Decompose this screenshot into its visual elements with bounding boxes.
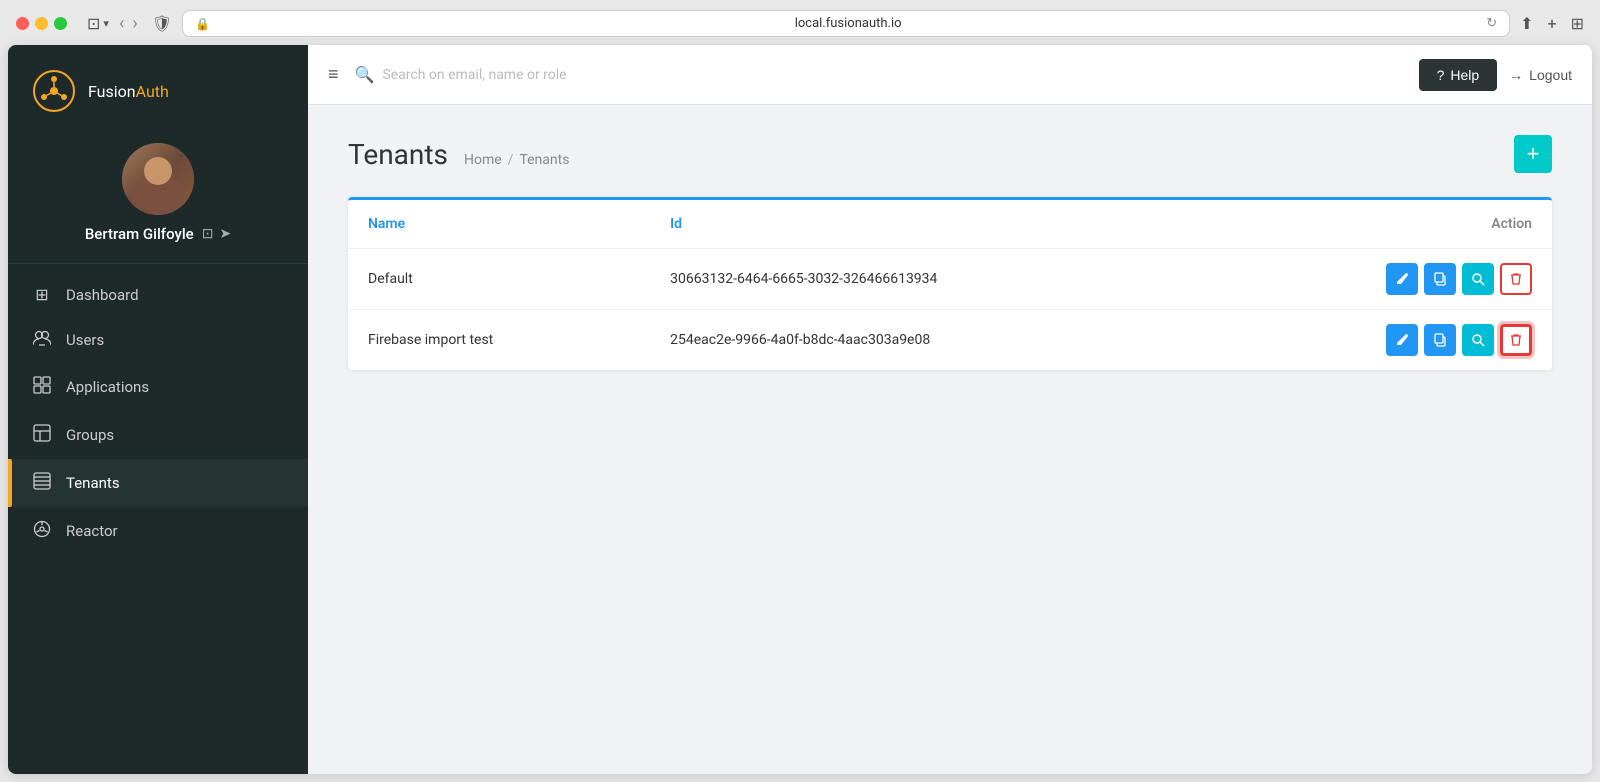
browser-dots (16, 17, 67, 30)
copy-button[interactable] (1424, 324, 1456, 356)
delete-button[interactable] (1500, 324, 1532, 356)
tenant-id: 30663132-6464-6665-3032-326466613934 (650, 249, 1212, 310)
profile-name: Bertram Gilfoyle ⊡ ➤ (85, 225, 231, 243)
tenants-table-card: Name Id Action Default30663132-6464-6665… (348, 197, 1552, 370)
action-buttons-group (1232, 263, 1532, 295)
dot-green[interactable] (54, 17, 67, 30)
tenant-id: 254eac2e-9966-4a0f-b8dc-4aac303a9e08 (650, 310, 1212, 371)
breadcrumb-home[interactable]: Home (464, 152, 502, 168)
topbar: ≡ 🔍 Search on email, name or role ? Help… (308, 45, 1592, 105)
sidebar-profile: Bertram Gilfoyle ⊡ ➤ (8, 133, 308, 264)
table-header-row: Name Id Action (348, 200, 1552, 249)
browser-nav: ‹ › (119, 13, 138, 34)
avatar (122, 143, 194, 215)
sidebar-item-label: Groups (66, 426, 114, 444)
tenant-name: Default (348, 249, 650, 310)
sidebar-item-applications[interactable]: Applications (8, 363, 308, 411)
profile-card-icon[interactable]: ⊡ (202, 226, 214, 242)
dot-red[interactable] (16, 17, 29, 30)
edit-button[interactable] (1386, 324, 1418, 356)
browser-toolbar: ⊡ ▾ ‹ › 🛡 🔒 local.fusionauth.io ↻ ⬆ + ⊞ (16, 10, 1584, 37)
search-bar: 🔍 Search on email, name or role (355, 65, 1407, 84)
tenant-actions (1212, 310, 1552, 371)
sidebar-item-label: Reactor (66, 522, 118, 540)
sidebar-item-tenants[interactable]: Tenants (8, 459, 308, 507)
page-header: Tenants Home / Tenants + (348, 135, 1552, 173)
table-row: Default30663132-6464-6665-3032-326466613… (348, 249, 1552, 310)
users-icon (32, 330, 52, 350)
sidebar-toggle[interactable]: ⊡ ▾ (87, 14, 109, 33)
share-icon[interactable]: ⬆ (1520, 14, 1533, 33)
col-action: Action (1212, 200, 1552, 249)
help-button[interactable]: ? Help (1419, 59, 1498, 91)
breadcrumb-separator: / (508, 152, 514, 168)
sidebar: FusionAuth Bertram Gilfoyle ⊡ ➤ ⊞ Dashbo… (8, 45, 308, 774)
groups-icon (32, 424, 52, 446)
sidebar-toggle-icon: ⊡ (87, 14, 100, 33)
address-bar[interactable]: 🔒 local.fusionauth.io ↻ (182, 10, 1510, 37)
sidebar-item-label: Tenants (66, 474, 120, 492)
sidebar-item-label: Users (66, 331, 104, 349)
shield-icon: 🛡 (152, 14, 172, 33)
sidebar-item-dashboard[interactable]: ⊞ Dashboard (8, 272, 308, 317)
logout-icon: → (1509, 67, 1523, 83)
applications-icon (32, 376, 52, 398)
menu-icon[interactable]: ≡ (328, 64, 339, 85)
logo-text: FusionAuth (88, 82, 169, 101)
action-buttons-group (1232, 324, 1532, 356)
lock-icon: 🔒 (195, 17, 210, 31)
profile-icons: ⊡ ➤ (202, 226, 231, 242)
sidebar-item-groups[interactable]: Groups (8, 411, 308, 459)
fusionauth-logo-icon (32, 69, 76, 113)
col-name: Name (348, 200, 650, 249)
browser-chrome: ⊡ ▾ ‹ › 🛡 🔒 local.fusionauth.io ↻ ⬆ + ⊞ (0, 0, 1600, 45)
main-content: ≡ 🔍 Search on email, name or role ? Help… (308, 45, 1592, 774)
logout-button[interactable]: → Logout (1509, 67, 1572, 83)
page-content: Tenants Home / Tenants + Name Id Ac (308, 105, 1592, 774)
forward-button[interactable]: › (132, 13, 137, 34)
delete-button[interactable] (1500, 263, 1532, 295)
breadcrumb-current: Tenants (519, 152, 569, 168)
sidebar-item-label: Dashboard (66, 286, 139, 304)
url-text: local.fusionauth.io (216, 16, 1480, 31)
sidebar-item-label: Applications (66, 378, 149, 396)
avatar-image (122, 143, 194, 215)
sidebar-nav: ⊞ Dashboard Users (8, 264, 308, 774)
back-button[interactable]: ‹ (119, 13, 124, 34)
grid-icon[interactable]: ⊞ (1571, 14, 1584, 33)
col-id: Id (650, 200, 1212, 249)
page-title-section: Tenants Home / Tenants (348, 138, 569, 171)
tenants-table: Name Id Action Default30663132-6464-6665… (348, 200, 1552, 370)
search-icon: 🔍 (355, 65, 375, 84)
table-row: Firebase import test254eac2e-9966-4a0f-b… (348, 310, 1552, 371)
sidebar-item-reactor[interactable]: Reactor (8, 507, 308, 555)
app-window: FusionAuth Bertram Gilfoyle ⊡ ➤ ⊞ Dashbo… (8, 45, 1592, 774)
edit-button[interactable] (1386, 263, 1418, 295)
page-title: Tenants (348, 138, 448, 171)
reactor-icon (32, 520, 52, 542)
tenant-name: Firebase import test (348, 310, 650, 371)
help-icon: ? (1437, 67, 1445, 83)
tenant-actions (1212, 249, 1552, 310)
dot-yellow[interactable] (35, 17, 48, 30)
breadcrumb: Home / Tenants (464, 152, 569, 168)
browser-actions: ⬆ + ⊞ (1520, 14, 1584, 33)
chevron-down-icon: ▾ (103, 17, 109, 30)
add-tenant-button[interactable]: + (1514, 135, 1552, 173)
new-tab-icon[interactable]: + (1548, 14, 1557, 33)
sidebar-logo: FusionAuth (8, 45, 308, 133)
profile-nav-icon[interactable]: ➤ (219, 226, 231, 242)
search-button[interactable] (1462, 263, 1494, 295)
dashboard-icon: ⊞ (32, 285, 52, 304)
sidebar-item-users[interactable]: Users (8, 317, 308, 363)
search-button[interactable] (1462, 324, 1494, 356)
search-placeholder[interactable]: Search on email, name or role (382, 67, 566, 83)
reload-icon[interactable]: ↻ (1486, 16, 1497, 31)
tenants-icon (32, 472, 52, 494)
copy-button[interactable] (1424, 263, 1456, 295)
